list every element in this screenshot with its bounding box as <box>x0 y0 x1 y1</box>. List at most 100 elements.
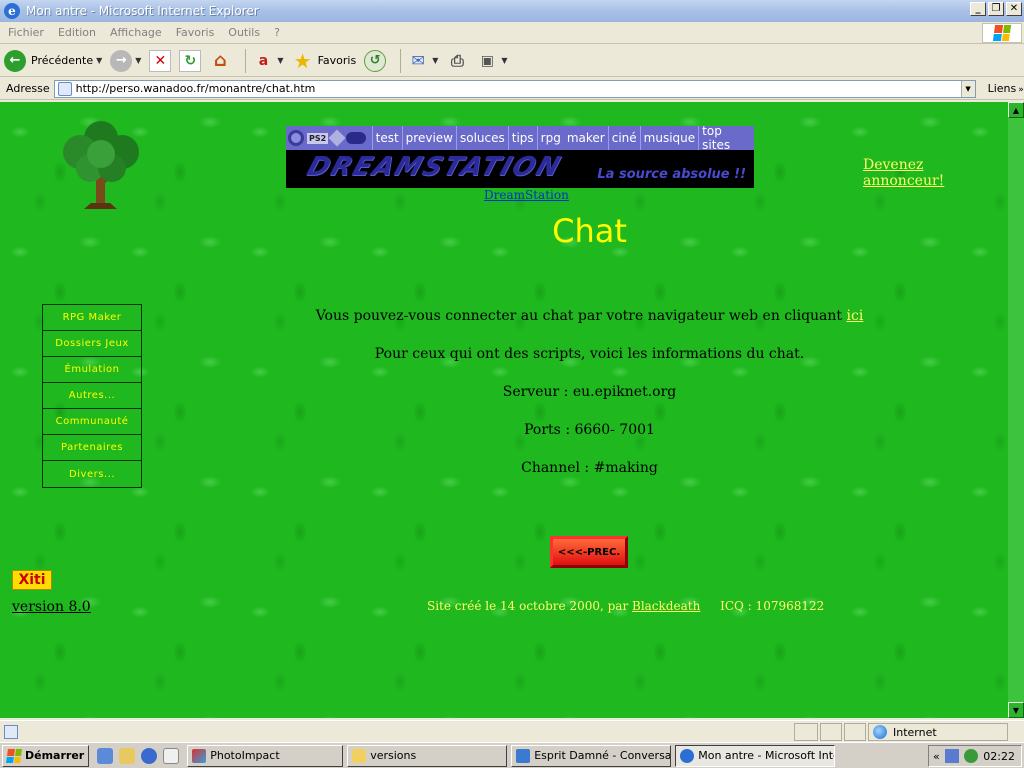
minimize-button[interactable]: _ <box>970 2 986 16</box>
task-label: Esprit Damné - Conversati... <box>534 749 672 762</box>
menu-help[interactable]: ? <box>274 26 280 39</box>
menu-affichage[interactable]: Affichage <box>110 26 162 39</box>
forward-button[interactable]: → ▼ <box>110 49 141 72</box>
fullscreen-button[interactable]: ▣ ▼ <box>476 50 508 72</box>
quicklaunch-folder-icon[interactable] <box>119 747 136 764</box>
tray-collapse-icon[interactable]: « <box>933 750 940 763</box>
page-icon <box>57 81 72 96</box>
window-title: Mon antre - Microsoft Internet Explorer <box>26 4 259 18</box>
banner-nav-musique[interactable]: musique <box>639 126 699 150</box>
mail-icon: ✉ <box>411 51 425 70</box>
connect-text: Vous pouvez-vous connecter au chat par v… <box>315 308 847 324</box>
banner-nav-maker[interactable]: maker <box>564 126 608 150</box>
scroll-up-icon[interactable]: ▲ <box>1008 102 1024 118</box>
print-button[interactable]: ⎙ <box>446 50 468 72</box>
photoimpact-icon <box>192 748 207 763</box>
quicklaunch-ie-icon[interactable] <box>97 747 114 764</box>
task-versions[interactable]: versions <box>347 744 508 767</box>
star-icon: ★ <box>293 48 312 73</box>
banner-nav: PS2 test preview soluces tips rpg maker … <box>286 124 754 152</box>
version-link[interactable]: version 8.0 <box>12 599 91 615</box>
home-button[interactable]: ⌂ <box>209 50 231 72</box>
network-icon[interactable] <box>944 749 959 763</box>
quicklaunch-desktop-icon[interactable] <box>163 747 180 764</box>
translate-button[interactable]: a ▼ <box>252 50 284 72</box>
dreamstation-link[interactable]: DreamStation <box>484 188 569 202</box>
translate-dropdown-icon[interactable]: ▼ <box>277 56 283 65</box>
maximize-button[interactable]: ❐ <box>988 2 1004 16</box>
banner-nav-preview[interactable]: preview <box>401 126 456 150</box>
links-button[interactable]: Liens» <box>988 82 1024 95</box>
favorites-label: Favoris <box>317 54 357 67</box>
status-panel <box>820 723 842 741</box>
taskbar: Démarrer PhotoImpact versions Esprit Dam… <box>0 742 1024 768</box>
dreamstation-banner[interactable]: PS2 test preview soluces tips rpg maker … <box>286 124 754 188</box>
forward-dropdown-icon[interactable]: ▼ <box>135 56 141 65</box>
refresh-button[interactable]: ↻ <box>179 49 202 72</box>
messenger-icon[interactable] <box>963 749 978 763</box>
task-label: Mon antre - Microsoft Inte... <box>698 749 836 762</box>
close-button[interactable]: ✕ <box>1006 2 1022 16</box>
author-link[interactable]: Blackdeath <box>632 599 700 613</box>
banner-tagline: La source absolue !! <box>597 167 746 182</box>
banner-nav-rpg[interactable]: rpg <box>536 126 564 150</box>
address-bar: Adresse http://perso.wanadoo.fr/monantre… <box>0 78 1024 100</box>
xiti-badge[interactable]: Xiti <box>12 570 52 590</box>
banner-nav-cine[interactable]: ciné <box>607 126 640 150</box>
address-input[interactable]: http://perso.wanadoo.fr/monantre/chat.ht… <box>53 79 976 98</box>
menu-fichier[interactable]: Fichier <box>8 26 44 39</box>
chat-icon <box>516 748 531 763</box>
toolbar-more-icon[interactable]: ▼ <box>501 56 507 65</box>
address-dropdown-icon[interactable]: ▼ <box>960 80 975 97</box>
stop-button[interactable]: ✕ <box>149 49 172 72</box>
links-chevron-icon: » <box>1018 85 1024 95</box>
zone-label: Internet <box>893 725 937 739</box>
scroll-down-icon[interactable]: ▼ <box>1008 702 1024 718</box>
footer-icq: ICQ : 107968122 <box>720 599 825 613</box>
home-icon: ⌂ <box>213 50 227 71</box>
ports-info: Ports : 6660- 7001 <box>524 422 655 438</box>
banner-nav-test[interactable]: test <box>371 126 402 150</box>
address-label: Adresse <box>6 82 50 95</box>
vertical-scrollbar[interactable]: ▲ ▼ <box>1008 102 1024 718</box>
channel-info: Channel : #making <box>521 460 658 476</box>
favorites-button[interactable]: ★ Favoris <box>292 48 357 73</box>
banner-nav-soluces[interactable]: soluces <box>455 126 508 150</box>
dreamstation-wordmark: DREAMSTATION <box>303 152 566 182</box>
menu-favoris[interactable]: Favoris <box>176 26 215 39</box>
prev-button[interactable]: <<<-PREC. <box>550 536 628 568</box>
chat-here-link[interactable]: ici <box>847 308 864 324</box>
back-dropdown-icon[interactable]: ▼ <box>96 56 102 65</box>
window-titlebar: e Mon antre - Microsoft Internet Explore… <box>0 0 1024 22</box>
side-menu-partenaires[interactable]: Partenaires <box>43 435 141 461</box>
task-photoimpact[interactable]: PhotoImpact <box>187 744 344 767</box>
footer-credit: Site créé le 14 octobre 2000, par <box>427 599 632 613</box>
address-url[interactable]: http://perso.wanadoo.fr/monantre/chat.ht… <box>76 82 316 95</box>
banner-console-icons: PS2 <box>288 128 372 148</box>
mail-button[interactable]: ✉ ▼ <box>407 50 438 72</box>
menu-outils[interactable]: Outils <box>228 26 260 39</box>
banner-nav-top-sites[interactable]: top sites <box>698 124 754 152</box>
windows-logo-icon <box>982 23 1022 43</box>
mail-dropdown-icon[interactable]: ▼ <box>432 56 438 65</box>
status-bar: Internet <box>0 720 1024 742</box>
task-esprit-damne[interactable]: Esprit Damné - Conversati... <box>511 744 672 767</box>
back-button[interactable]: ← Précédente ▼ <box>4 49 102 72</box>
advertise-link[interactable]: Devenez annonceur! <box>863 157 1008 189</box>
history-button[interactable]: ↺ <box>364 49 387 72</box>
window-controls: _ ❐ ✕ <box>970 2 1022 16</box>
folder-icon <box>352 748 367 763</box>
gem-icon <box>328 129 346 147</box>
clock[interactable]: 02:22 <box>983 750 1015 763</box>
quicklaunch-browser-icon[interactable] <box>141 747 158 764</box>
banner-logo: DREAMSTATION La source absolue !! <box>286 150 754 188</box>
status-panel <box>844 723 866 741</box>
start-button[interactable]: Démarrer <box>2 744 90 767</box>
ps2-badge: PS2 <box>307 132 329 144</box>
connect-paragraph: Vous pouvez-vous connecter au chat par v… <box>0 308 1008 324</box>
banner-nav-tips[interactable]: tips <box>507 126 537 150</box>
page-title: Chat <box>552 212 627 250</box>
task-mon-antre[interactable]: Mon antre - Microsoft Inte... <box>675 744 836 767</box>
menu-edition[interactable]: Edition <box>58 26 96 39</box>
forward-arrow-icon: → <box>110 49 133 72</box>
